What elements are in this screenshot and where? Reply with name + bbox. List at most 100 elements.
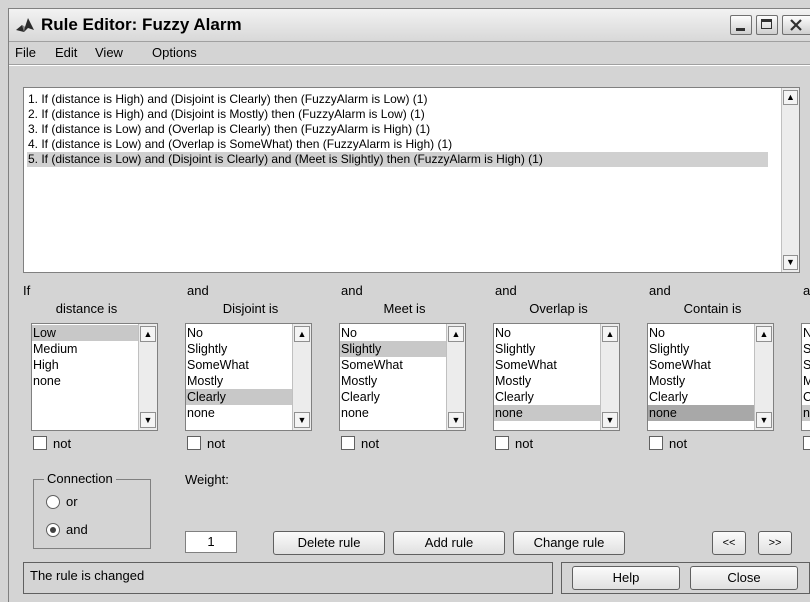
listbox-scrollbar[interactable]: ▲ ▼ bbox=[138, 324, 157, 430]
list-item[interactable]: none bbox=[340, 405, 446, 421]
maximize-icon bbox=[761, 19, 772, 29]
disjoint-listbox[interactable]: No Slightly SomeWhat Mostly Clearly none… bbox=[185, 323, 312, 431]
list-item[interactable]: No bbox=[340, 325, 446, 341]
listbox-scrollbar[interactable]: ▲ ▼ bbox=[600, 324, 619, 430]
list-item[interactable]: SomeWhat bbox=[648, 357, 754, 373]
list-item[interactable]: Mostly bbox=[340, 373, 446, 389]
list-item[interactable]: Mostly bbox=[648, 373, 754, 389]
conj-label: and bbox=[187, 283, 209, 298]
scroll-up-icon[interactable]: ▲ bbox=[294, 326, 310, 342]
variable-name: Contain is bbox=[683, 301, 742, 316]
weight-input[interactable]: 1 bbox=[185, 531, 237, 553]
checkbox-box[interactable] bbox=[495, 436, 509, 450]
list-item[interactable]: C bbox=[802, 389, 810, 405]
radio-and[interactable] bbox=[46, 523, 60, 537]
list-item[interactable]: Clearly bbox=[648, 389, 754, 405]
list-item[interactable]: none bbox=[648, 405, 754, 421]
delete-rule-button[interactable]: Delete rule bbox=[273, 531, 385, 555]
list-item[interactable]: none bbox=[186, 405, 292, 421]
scroll-up-icon[interactable]: ▲ bbox=[140, 326, 156, 342]
list-item[interactable]: N bbox=[802, 325, 810, 341]
scroll-down-icon[interactable]: ▼ bbox=[783, 255, 798, 270]
list-item[interactable]: Low bbox=[32, 325, 138, 341]
list-item[interactable]: Mostly bbox=[186, 373, 292, 389]
rule-item[interactable]: 3. If (distance is Low) and (Overlap is … bbox=[27, 122, 430, 137]
rule-item-selected[interactable]: 5. If (distance is Low) and (Disjoint is… bbox=[27, 152, 768, 167]
title-bar: Rule Editor: Fuzzy Alarm bbox=[9, 9, 810, 42]
next-button[interactable]: >> bbox=[758, 531, 792, 555]
checkbox-box[interactable] bbox=[649, 436, 663, 450]
list-item[interactable]: No bbox=[186, 325, 292, 341]
minimize-button[interactable] bbox=[730, 15, 752, 35]
list-item[interactable]: Clearly bbox=[340, 389, 446, 405]
list-item[interactable]: SomeWhat bbox=[494, 357, 600, 373]
checkbox-box[interactable] bbox=[803, 436, 810, 450]
weight-label: Weight: bbox=[185, 472, 229, 487]
change-rule-button[interactable]: Change rule bbox=[513, 531, 625, 555]
rule-item[interactable]: 1. If (distance is High) and (Disjoint i… bbox=[27, 92, 427, 107]
menu-edit[interactable]: Edit bbox=[55, 45, 77, 60]
distance-listbox[interactable]: Low Medium High none ▲ ▼ bbox=[31, 323, 158, 431]
rule-item[interactable]: 4. If (distance is Low) and (Overlap is … bbox=[27, 137, 452, 152]
listbox-scrollbar[interactable]: ▲ ▼ bbox=[292, 324, 311, 430]
scroll-down-icon[interactable]: ▼ bbox=[756, 412, 772, 428]
connection-group: Connection or and bbox=[33, 471, 151, 549]
list-item[interactable]: Slightly bbox=[494, 341, 600, 357]
partial-listbox[interactable]: N S S M C n bbox=[801, 323, 810, 431]
checkbox-box[interactable] bbox=[33, 436, 47, 450]
scroll-down-icon[interactable]: ▼ bbox=[602, 412, 618, 428]
conj-label: and bbox=[649, 283, 671, 298]
rule-item[interactable]: 2. If (distance is High) and (Disjoint i… bbox=[27, 107, 425, 122]
list-item[interactable]: SomeWhat bbox=[340, 357, 446, 373]
list-item[interactable]: none bbox=[32, 373, 138, 389]
radio-and-label: and bbox=[66, 522, 88, 537]
menu-file[interactable]: File bbox=[15, 45, 36, 60]
matlab-icon bbox=[16, 18, 34, 32]
listbox-scrollbar[interactable]: ▲ ▼ bbox=[754, 324, 773, 430]
checkbox-label: not bbox=[669, 436, 688, 451]
menu-view[interactable]: View bbox=[95, 45, 123, 60]
scroll-up-icon[interactable]: ▲ bbox=[756, 326, 772, 342]
scroll-up-icon[interactable]: ▲ bbox=[602, 326, 618, 342]
list-item[interactable]: M bbox=[802, 373, 810, 389]
list-item[interactable]: SomeWhat bbox=[186, 357, 292, 373]
checkbox-label: not bbox=[515, 436, 534, 451]
radio-or[interactable] bbox=[46, 495, 60, 509]
list-item[interactable]: Clearly bbox=[186, 389, 292, 405]
list-item[interactable]: No bbox=[648, 325, 754, 341]
scroll-up-icon[interactable]: ▲ bbox=[783, 90, 798, 105]
scroll-down-icon[interactable]: ▼ bbox=[140, 412, 156, 428]
list-item[interactable]: Slightly bbox=[648, 341, 754, 357]
meet-listbox[interactable]: No Slightly SomeWhat Mostly Clearly none… bbox=[339, 323, 466, 431]
list-item[interactable]: none bbox=[494, 405, 600, 421]
variable-name: Disjoint is bbox=[222, 301, 279, 316]
list-item[interactable]: Mostly bbox=[494, 373, 600, 389]
contain-listbox[interactable]: No Slightly SomeWhat Mostly Clearly none… bbox=[647, 323, 774, 431]
checkbox-box[interactable] bbox=[187, 436, 201, 450]
scroll-up-icon[interactable]: ▲ bbox=[448, 326, 464, 342]
menu-options[interactable]: Options bbox=[152, 45, 197, 60]
conj-label: If bbox=[23, 283, 31, 298]
list-item[interactable]: High bbox=[32, 357, 138, 373]
rule-list[interactable]: 1. If (distance is High) and (Disjoint i… bbox=[23, 87, 800, 273]
list-item[interactable]: Medium bbox=[32, 341, 138, 357]
list-item[interactable]: Clearly bbox=[494, 389, 600, 405]
scroll-down-icon[interactable]: ▼ bbox=[448, 412, 464, 428]
checkbox-box[interactable] bbox=[341, 436, 355, 450]
list-item[interactable]: Slightly bbox=[186, 341, 292, 357]
close-window-button[interactable] bbox=[782, 15, 810, 35]
list-item[interactable]: No bbox=[494, 325, 600, 341]
help-button[interactable]: Help bbox=[572, 566, 680, 590]
listbox-scrollbar[interactable]: ▲ ▼ bbox=[446, 324, 465, 430]
maximize-button[interactable] bbox=[756, 15, 778, 35]
list-item[interactable]: Slightly bbox=[340, 341, 446, 357]
overlap-listbox[interactable]: No Slightly SomeWhat Mostly Clearly none… bbox=[493, 323, 620, 431]
scroll-down-icon[interactable]: ▼ bbox=[294, 412, 310, 428]
rule-list-scrollbar[interactable]: ▲ ▼ bbox=[781, 88, 799, 272]
list-item[interactable]: n bbox=[802, 405, 810, 421]
add-rule-button[interactable]: Add rule bbox=[393, 531, 505, 555]
list-item[interactable]: S bbox=[802, 357, 810, 373]
previous-button[interactable]: << bbox=[712, 531, 746, 555]
list-item[interactable]: S bbox=[802, 341, 810, 357]
close-button[interactable]: Close bbox=[690, 566, 798, 590]
